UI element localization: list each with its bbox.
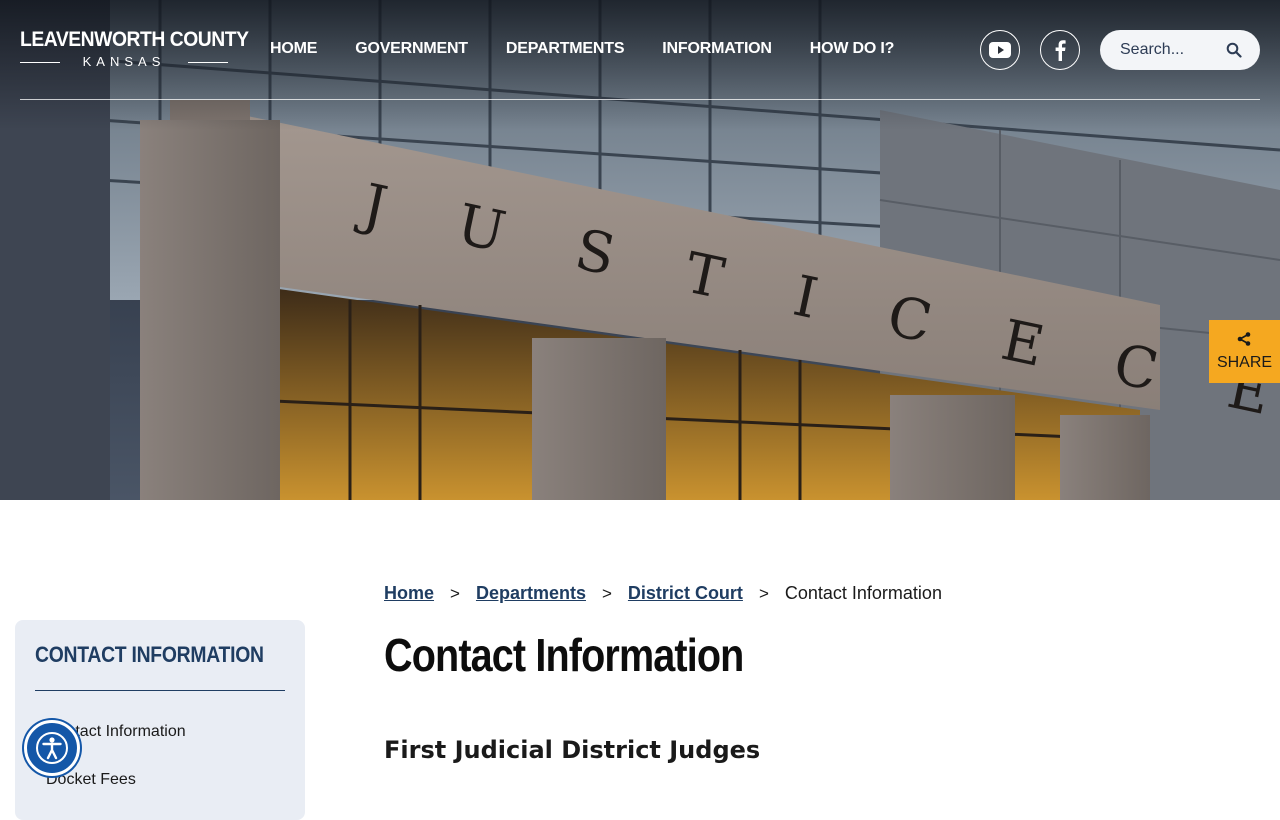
facebook-button[interactable] <box>1040 30 1080 70</box>
accessibility-icon <box>36 732 68 764</box>
youtube-button[interactable] <box>980 30 1020 70</box>
logo-subtitle-row: KANSAS <box>20 54 228 70</box>
accessibility-button[interactable] <box>24 720 80 776</box>
page-title: Contact Information <box>384 629 744 681</box>
breadcrumb-district-court[interactable]: District Court <box>628 583 743 604</box>
header-divider <box>20 99 1260 100</box>
county-logo[interactable]: LEAVENWORTH COUNTY KANSAS <box>20 28 249 72</box>
breadcrumb-current: Contact Information <box>784 583 942 603</box>
section-heading: First Judicial District Judges <box>384 736 761 764</box>
sidebar-title: CONTACT INFORMATION <box>35 642 264 667</box>
logo-rule-right <box>188 62 228 63</box>
site-header: LEAVENWORTH COUNTY KANSAS HOME GOVERNMEN… <box>0 0 1280 100</box>
main-nav: HOME GOVERNMENT DEPARTMENTS INFORMATION … <box>270 40 932 58</box>
share-icon <box>1237 332 1251 346</box>
logo-subtitle: KANSAS <box>82 54 166 69</box>
nav-how-do-i[interactable]: HOW DO I? <box>810 40 895 58</box>
breadcrumb-home[interactable]: Home <box>384 583 434 604</box>
sidebar-divider <box>35 690 285 691</box>
nav-information[interactable]: INFORMATION <box>662 40 772 58</box>
logo-title: LEAVENWORTH COUNTY <box>20 28 249 51</box>
search-input[interactable] <box>1120 41 1232 59</box>
facebook-icon <box>1055 40 1066 61</box>
breadcrumb-separator: > <box>450 583 460 603</box>
nav-government[interactable]: GOVERNMENT <box>355 40 468 58</box>
breadcrumb-separator: > <box>758 583 769 603</box>
nav-departments[interactable]: DEPARTMENTS <box>506 40 625 58</box>
share-label: SHARE <box>1216 354 1273 371</box>
youtube-icon <box>989 42 1011 58</box>
logo-rule-left <box>20 62 60 63</box>
share-button[interactable]: SHARE <box>1209 320 1280 383</box>
search-icon[interactable] <box>1226 42 1242 58</box>
hero-banner: J U S T I C E C E N T E R LEAVENWORTH CO… <box>0 0 1280 500</box>
nav-home[interactable]: HOME <box>270 40 317 58</box>
breadcrumb: Home > Departments > District Court > Co… <box>384 583 942 604</box>
search-box <box>1100 30 1260 70</box>
breadcrumb-separator: > <box>601 583 612 603</box>
breadcrumb-departments[interactable]: Departments <box>476 583 586 604</box>
